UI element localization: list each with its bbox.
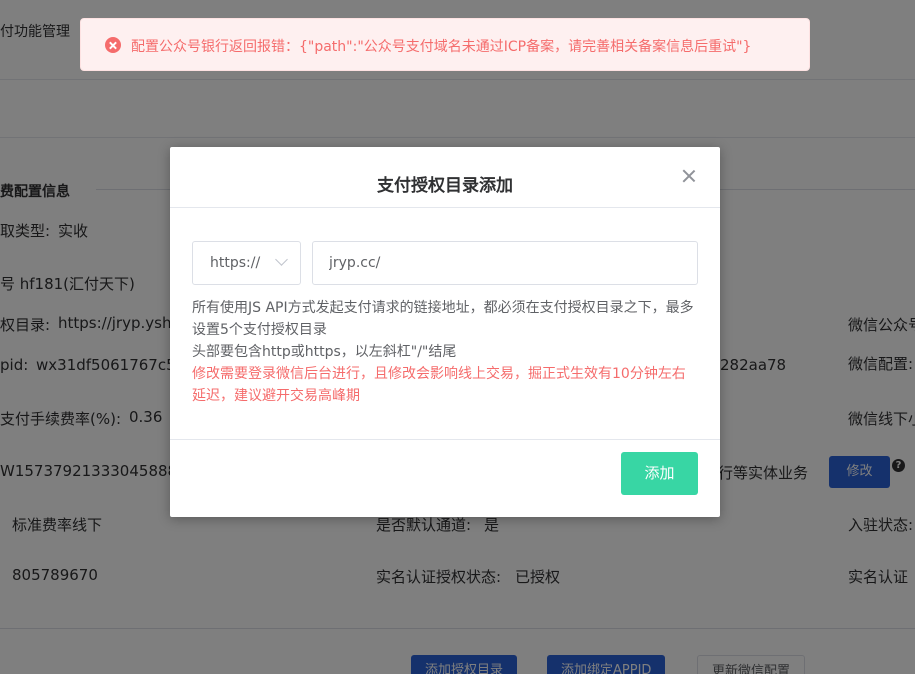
error-circle-icon (105, 37, 121, 53)
url-input[interactable] (312, 241, 698, 285)
desc-line-2: 头部要包含http或https，以左斜杠"/"结尾 (192, 344, 457, 360)
add-button[interactable]: 添加 (621, 452, 698, 495)
dialog-header: 支付授权目录添加 (170, 147, 720, 208)
chevron-down-icon (275, 253, 288, 266)
close-icon[interactable] (680, 167, 698, 185)
error-toast: 配置公众号银行返回报错：{"path":"公众号支付域名未通过ICP备案，请完善… (80, 18, 810, 71)
add-auth-dir-dialog: 支付授权目录添加 https:// 所有使用JS API方式发起支付请求的链接地… (170, 147, 720, 517)
dialog-title: 支付授权目录添加 (377, 176, 513, 196)
protocol-select-value: https:// (210, 255, 261, 271)
dialog-description: 所有使用JS API方式发起支付请求的链接地址，都必须在支付授权目录之下，最多设… (192, 297, 698, 407)
error-toast-message: 配置公众号银行返回报错：{"path":"公众号支付域名未通过ICP备案，请完善… (131, 39, 752, 55)
desc-warning: 修改需要登录微信后台进行，且修改会影响线上交易，掘正式生效有10分钟左右延迟，建… (192, 366, 686, 404)
desc-line-1: 所有使用JS API方式发起支付请求的链接地址，都必须在支付授权目录之下，最多设… (192, 300, 694, 338)
dialog-footer-divider (170, 439, 720, 440)
protocol-select[interactable]: https:// (192, 241, 301, 285)
